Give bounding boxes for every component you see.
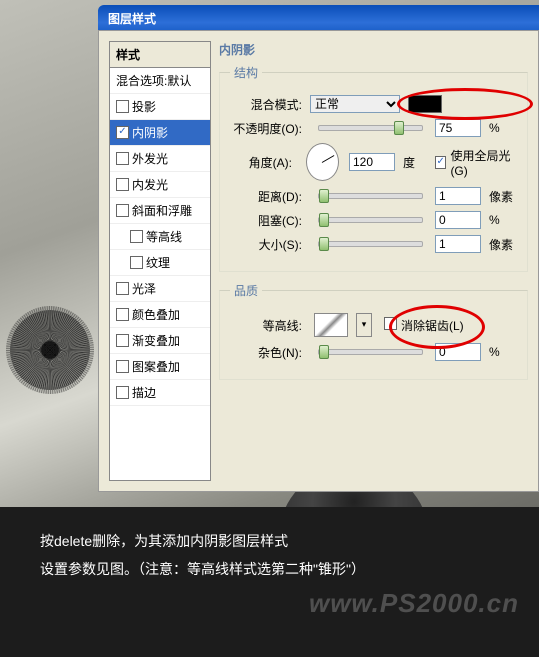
contour-label: 等高线: <box>230 317 306 334</box>
size-slider[interactable] <box>318 241 423 247</box>
style-item-color-overlay[interactable]: 颜色叠加 <box>110 302 210 328</box>
style-item-stroke[interactable]: 描边 <box>110 380 210 406</box>
size-label: 大小(S): <box>230 236 306 253</box>
distance-slider[interactable] <box>318 193 423 199</box>
choke-label: 阻塞(C): <box>230 212 306 229</box>
style-item-outer-glow[interactable]: 外发光 <box>110 146 210 172</box>
blend-options-default[interactable]: 混合选项:默认 <box>110 68 210 94</box>
global-light-checkbox[interactable] <box>435 156 446 169</box>
choke-slider[interactable] <box>318 217 423 223</box>
blend-mode-select[interactable]: 正常 <box>310 95 400 113</box>
annotation-oval-blend-mode <box>397 88 533 120</box>
contour-dropdown-arrow-icon[interactable]: ▾ <box>356 313 372 337</box>
checkbox-icon[interactable] <box>130 230 143 243</box>
checkbox-icon[interactable] <box>116 360 129 373</box>
checkbox-icon[interactable] <box>116 386 129 399</box>
contour-picker[interactable] <box>314 313 348 337</box>
unit-px: 像素 <box>489 236 517 253</box>
checkbox-icon[interactable] <box>116 334 129 347</box>
style-item-contour[interactable]: 等高线 <box>110 224 210 250</box>
styles-header: 样式 <box>110 42 210 68</box>
style-item-inner-shadow[interactable]: 内阴影 <box>110 120 210 146</box>
style-item-pattern-overlay[interactable]: 图案叠加 <box>110 354 210 380</box>
noise-slider[interactable] <box>318 349 423 355</box>
checkbox-icon[interactable] <box>116 308 129 321</box>
checkbox-icon[interactable] <box>116 126 129 139</box>
distance-input[interactable] <box>435 187 481 205</box>
noise-label: 杂色(N): <box>230 344 306 361</box>
style-item-bevel-emboss[interactable]: 斜面和浮雕 <box>110 198 210 224</box>
style-item-inner-glow[interactable]: 内发光 <box>110 172 210 198</box>
checkbox-icon[interactable] <box>116 204 129 217</box>
window-title: 图层样式 <box>108 12 156 26</box>
caption-area: 按delete删除，为其添加内阴影图层样式 设置参数见图。（注意：等高线样式选第… <box>0 507 539 657</box>
style-item-texture[interactable]: 纹理 <box>110 250 210 276</box>
opacity-slider[interactable] <box>318 125 423 131</box>
checkbox-icon[interactable] <box>130 256 143 269</box>
dialog-body: 样式 混合选项:默认 投影 内阴影 外发光 内发光 斜面和浮雕 等高线 纹理 光… <box>98 30 539 492</box>
angle-input[interactable] <box>349 153 395 171</box>
distance-label: 距离(D): <box>230 188 306 205</box>
opacity-label: 不透明度(O): <box>230 120 306 137</box>
watermark: www.PS2000.cn <box>309 577 519 629</box>
settings-panel: 内阴影 结构 混合模式: 正常 不透明度(O): % 角度(A): 度 使用全局 <box>219 41 528 481</box>
caption-line-1: 按delete删除，为其添加内阴影图层样式 <box>40 527 499 555</box>
unit-percent: % <box>489 121 517 135</box>
quality-legend: 品质 <box>230 282 262 299</box>
checkbox-icon[interactable] <box>116 152 129 165</box>
unit-percent: % <box>489 345 517 359</box>
global-light-label: 使用全局光(G) <box>450 147 517 178</box>
angle-label: 角度(A): <box>230 154 296 171</box>
unit-degree: 度 <box>403 154 431 171</box>
angle-dial[interactable] <box>306 143 339 181</box>
style-item-gradient-overlay[interactable]: 渐变叠加 <box>110 328 210 354</box>
opacity-input[interactable] <box>435 119 481 137</box>
annotation-oval-contour <box>389 305 485 349</box>
checkbox-icon[interactable] <box>116 178 129 191</box>
unit-percent: % <box>489 213 517 227</box>
structure-legend: 结构 <box>230 64 262 81</box>
bullet-hole-decoration <box>10 310 90 390</box>
panel-title: 内阴影 <box>219 41 528 58</box>
size-input[interactable] <box>435 235 481 253</box>
checkbox-icon[interactable] <box>116 100 129 113</box>
checkbox-icon[interactable] <box>116 282 129 295</box>
blend-mode-label: 混合模式: <box>230 96 306 113</box>
unit-px: 像素 <box>489 188 517 205</box>
style-item-drop-shadow[interactable]: 投影 <box>110 94 210 120</box>
choke-input[interactable] <box>435 211 481 229</box>
styles-list-panel: 样式 混合选项:默认 投影 内阴影 外发光 内发光 斜面和浮雕 等高线 纹理 光… <box>109 41 211 481</box>
style-item-satin[interactable]: 光泽 <box>110 276 210 302</box>
